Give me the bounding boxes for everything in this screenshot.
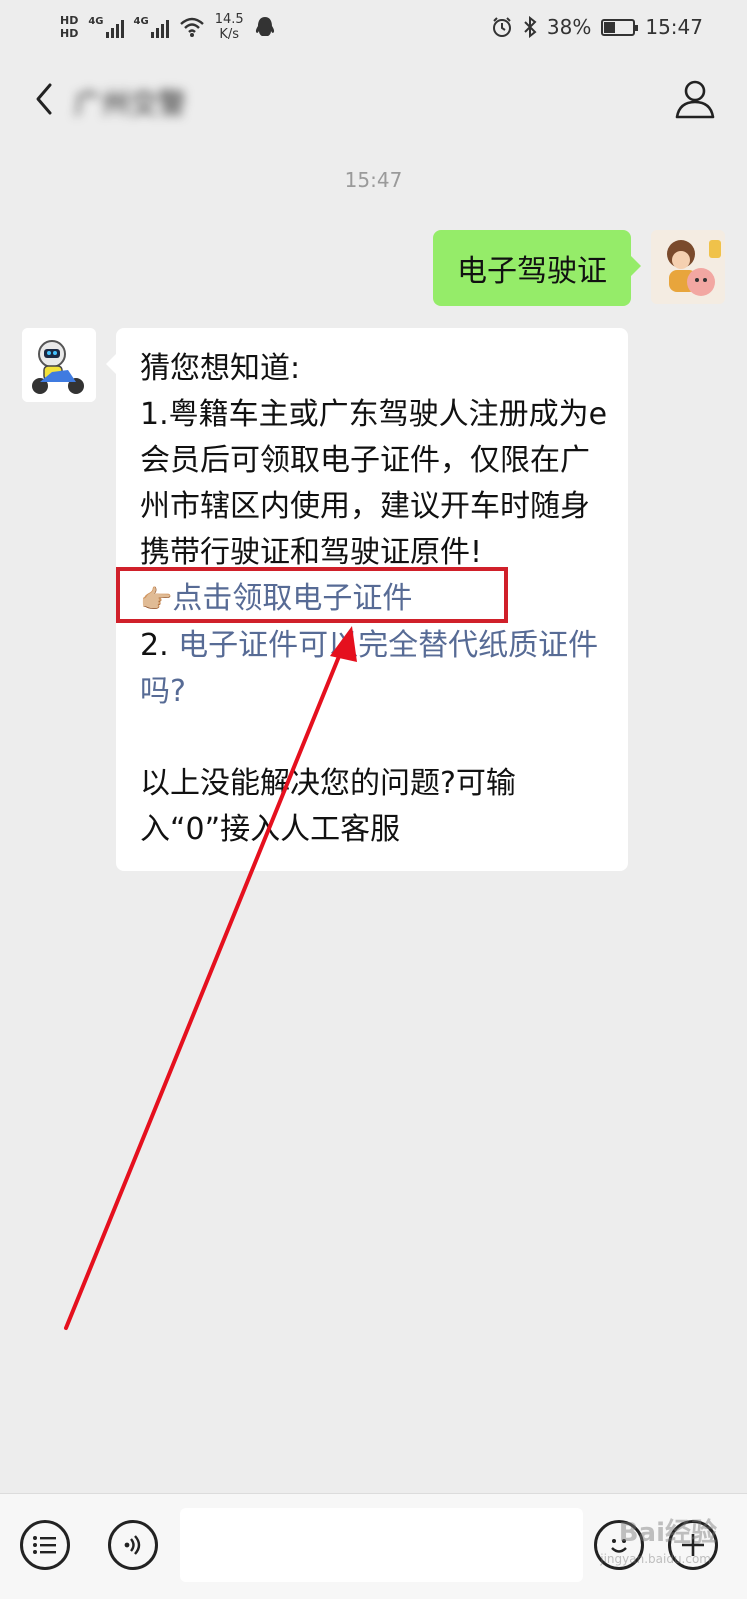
reply-intro: 猜您想知道:	[140, 351, 301, 386]
status-right: 38% 15:47	[491, 15, 703, 39]
reply-item-2: 2. 电子证件可以完全替代纸质证件吗?	[140, 623, 608, 715]
message-timestamp: 15:47	[344, 168, 403, 192]
battery-icon	[601, 18, 639, 36]
reply-item-2-prefix: 2.	[140, 628, 179, 663]
reply-footer: 以上没能解决您的问题?可输入“0”接入人工客服	[140, 766, 516, 847]
signal-icon: 4G	[88, 16, 124, 38]
list-icon	[33, 1536, 56, 1554]
hd2-label: HD	[60, 27, 79, 40]
signal-icon-2: 4G	[134, 16, 169, 38]
back-icon[interactable]	[24, 79, 64, 119]
hd1-label: HD	[60, 14, 79, 27]
status-bar: HD HD 4G 4G 14.5 K/s 38% 15:47	[0, 0, 747, 54]
net1-label: 4G	[88, 16, 104, 27]
sent-message-bubble[interactable]: 电子驾驶证	[433, 230, 641, 306]
alarm-icon	[492, 17, 511, 37]
network-speed: 14.5 K/s	[215, 12, 244, 42]
voice-input-button[interactable]	[108, 1520, 158, 1570]
baidu-watermark-url: jingyan.baidu.com	[600, 1552, 711, 1566]
battery-fill	[604, 21, 616, 33]
chat-title: 广州交警	[74, 87, 187, 120]
hd-indicator: HD HD	[60, 14, 78, 40]
message-input[interactable]	[180, 1508, 583, 1582]
net2-label: 4G	[133, 16, 149, 27]
bot-avatar[interactable]	[22, 328, 96, 402]
highlight-box-annotation	[116, 567, 508, 623]
replace-paper-certificate-link[interactable]: 电子证件可以完全替代纸质证件吗?	[140, 628, 598, 709]
user-avatar[interactable]	[651, 230, 725, 304]
sent-message-row: 电子驾驶证	[433, 230, 725, 306]
wifi-icon	[179, 17, 204, 37]
chat-header: 广州交警	[0, 54, 747, 144]
profile-icon[interactable]	[673, 77, 717, 121]
clock: 15:47	[645, 15, 703, 39]
reply-item-1: 1.粤籍车主或广东驾驶人注册成为e会员后可领取电子证件，仅限在广州市辖区内使用，…	[140, 397, 608, 570]
speed-unit: K/s	[219, 27, 239, 42]
qq-icon	[255, 17, 274, 36]
voice-icon	[124, 1535, 141, 1555]
status-left: HD HD 4G 4G 14.5 K/s	[60, 12, 276, 42]
speed-value: 14.5	[214, 12, 244, 27]
battery-percent: 38%	[546, 15, 592, 39]
menu-list-button[interactable]	[20, 1520, 70, 1570]
bluetooth-icon	[524, 16, 537, 38]
baidu-watermark: Bai经验	[618, 1518, 717, 1548]
